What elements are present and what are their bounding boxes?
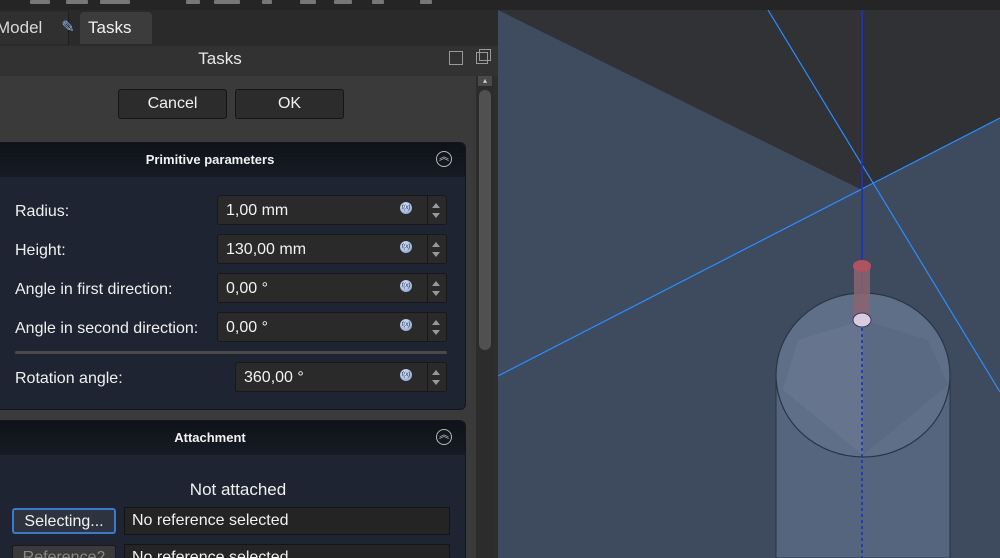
angle1-field[interactable]: 0,00 ° f(x) — [217, 273, 447, 303]
radius-field[interactable]: 1,00 mm f(x) — [217, 195, 447, 225]
reference1-field[interactable]: No reference selected — [124, 507, 450, 535]
angle2-field[interactable]: 0,00 ° f(x) — [217, 312, 447, 342]
tab-tasks[interactable]: ✎ Tasks — [61, 12, 152, 44]
rotation-angle-stepper[interactable] — [427, 363, 446, 391]
height-field[interactable]: 130,00 mm f(x) — [217, 234, 447, 264]
task-panel-body: Cancel OK Primitive parameters ︽ Radius:… — [0, 76, 476, 558]
height-label: Height: — [15, 242, 66, 259]
attachment-status: Not attached — [189, 480, 287, 499]
radius-label: Radius: — [15, 203, 70, 220]
reference2-button[interactable]: Reference2 — [12, 545, 116, 558]
reference2-field[interactable]: No reference selected — [124, 544, 450, 558]
rotation-angle-field[interactable]: 360,00 ° f(x) — [235, 362, 447, 392]
selected-cylinder-bottom — [852, 312, 872, 328]
primitive-parameters-title: Primitive parameters — [145, 152, 275, 167]
fx-icon[interactable]: f(x) — [400, 369, 412, 381]
angle1-label: Angle in first direction: — [15, 281, 173, 298]
height-value: 130,00 mm — [226, 241, 307, 258]
tab-model-label: Model — [0, 18, 43, 37]
primitive-parameters-header[interactable]: Primitive parameters ︽ — [0, 143, 465, 177]
chevron-up-icon[interactable]: ︽ — [436, 151, 452, 167]
radius-stepper[interactable] — [427, 196, 446, 224]
task-panel-header: Tasks — [0, 46, 498, 76]
cancel-button[interactable]: Cancel — [118, 89, 227, 119]
tab-tasks-label: Tasks — [88, 18, 132, 37]
fx-icon[interactable]: f(x) — [400, 241, 412, 253]
3d-scene — [498, 10, 1000, 558]
primitive-parameters-panel: Primitive parameters ︽ Radius: 1,00 mm f… — [0, 142, 466, 410]
radius-value: 1,00 mm — [226, 202, 289, 219]
chevron-up-icon[interactable]: ︽ — [436, 429, 452, 445]
maximize-icon[interactable] — [449, 51, 463, 65]
tab-bar: Model ✎ Tasks — [0, 10, 498, 46]
float-icon[interactable] — [476, 49, 491, 64]
reference1-button[interactable]: Selecting... — [12, 508, 116, 534]
angle2-label: Angle in second direction: — [15, 320, 199, 337]
height-stepper[interactable] — [427, 235, 446, 263]
attachment-header[interactable]: Attachment ︽ — [0, 421, 465, 455]
scroll-thumb[interactable] — [479, 90, 491, 350]
rotation-angle-value: 360,00 ° — [244, 369, 304, 386]
task-panel-title: Tasks — [198, 49, 242, 68]
selected-cylinder-top — [853, 260, 871, 272]
rotation-angle-label: Rotation angle: — [15, 370, 123, 387]
task-panel-scrollbar[interactable]: ▴ — [476, 76, 494, 558]
3d-viewport[interactable] — [498, 10, 1000, 558]
fx-icon[interactable]: f(x) — [400, 202, 412, 214]
ok-button[interactable]: OK — [235, 89, 344, 119]
fx-icon[interactable]: f(x) — [400, 280, 412, 292]
angle2-value: 0,00 ° — [226, 319, 268, 336]
scroll-up-icon[interactable]: ▴ — [478, 76, 492, 86]
attachment-title: Attachment — [174, 430, 246, 445]
background-shade — [498, 10, 862, 190]
pencil-icon: ✎ — [61, 19, 75, 36]
angle2-stepper[interactable] — [427, 313, 446, 341]
fx-icon[interactable]: f(x) — [400, 319, 412, 331]
combo-view: Model ✎ Tasks Tasks Cancel OK Primitive … — [0, 10, 498, 558]
top-toolbar — [0, 0, 1000, 10]
angle1-value: 0,00 ° — [226, 280, 268, 297]
angle1-stepper[interactable] — [427, 274, 446, 302]
separator — [15, 351, 447, 354]
